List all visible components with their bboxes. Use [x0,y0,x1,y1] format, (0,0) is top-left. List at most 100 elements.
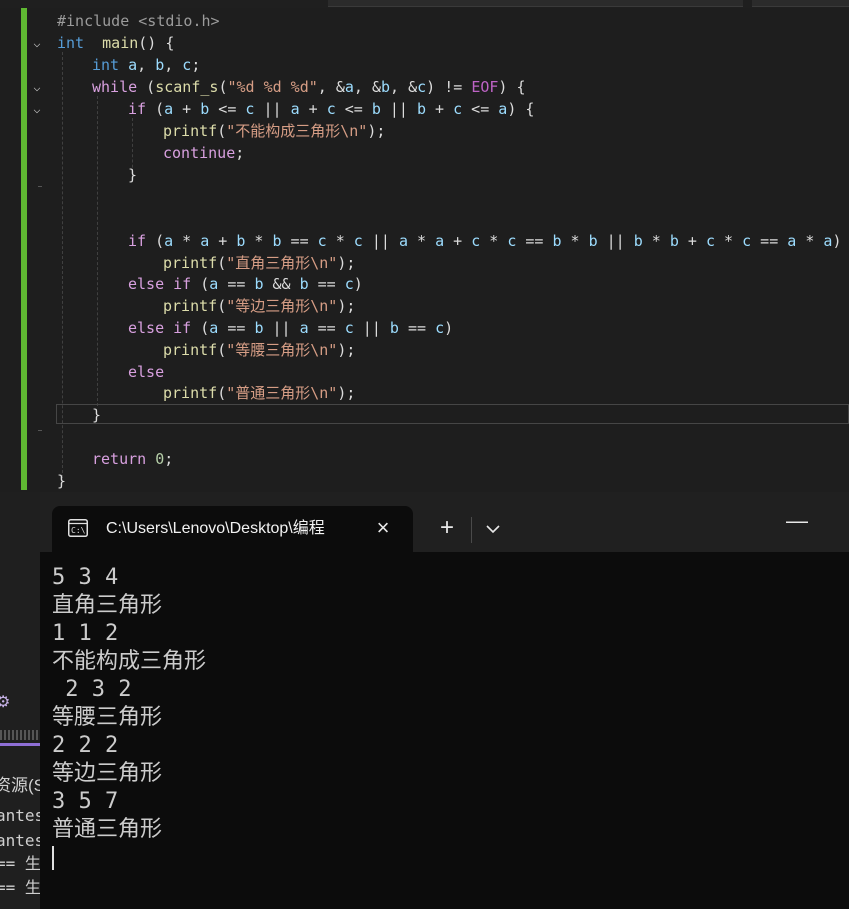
output-line: 1 1 2 [52,621,119,646]
code-token: b [552,232,562,250]
code-token: b [633,232,643,250]
code-token: * [173,232,201,250]
code-token: if [128,100,147,118]
code-token: ( [146,232,165,250]
code-token: ( [191,319,210,337]
code-token: || [263,319,300,337]
code-token: ; [164,450,174,468]
code-token: a [209,275,219,293]
code-token: a [398,232,408,250]
panel-row[interactable]: antes [0,806,40,825]
top-dropdown-fragment[interactable] [328,0,743,7]
code-token: b [417,100,427,118]
code-token: printf [163,122,218,140]
code-token: == [516,232,553,250]
panel-row[interactable]: antes [0,831,40,850]
code-token: continue [163,144,236,162]
panel-row[interactable]: == 生 [0,850,40,874]
top-toolbar-strip [0,0,849,8]
code-token: "直角三角形\n" [226,254,338,272]
code-token: b [381,78,391,96]
text-cursor [52,846,54,870]
code-token: } [57,472,67,490]
code-token: * [561,232,589,250]
code-token: + [426,100,454,118]
terminal-window[interactable]: C:\ C:\Users\Lenovo\Desktop\编程 × + — 5 3… [40,492,849,909]
code-line: ⌵ int main() { [0,32,849,54]
code-token: ) [832,232,842,250]
code-token: printf [163,384,218,402]
fold-toggle-icon[interactable]: ⌵ [30,98,44,120]
output-line: 直角三角形 [52,593,163,618]
code-token: c [507,232,517,250]
code-token: b [669,232,679,250]
code-token: if [128,232,147,250]
code-token: == [398,319,436,337]
code-token: int [92,56,120,74]
code-token: b [371,100,381,118]
code-editor[interactable]: #include <stdio.h> ⌵ int main() { int a, … [0,8,849,492]
code-token: ( [217,122,227,140]
code-token: <= [209,100,246,118]
output-line: 2 3 2 [52,677,132,702]
code-token: a [435,232,445,250]
code-line: ⌵ if (a + b <= c || a + c <= b || b + c <… [0,98,849,120]
top-dropdown-fragment-right[interactable] [752,0,849,7]
fold-toggle-icon[interactable]: ⌵ [30,32,44,54]
code-line: return 0; [0,448,849,470]
code-line: } [0,470,849,492]
close-tab-icon[interactable]: × [370,515,396,541]
code-token: ); [367,122,386,140]
panel-label[interactable]: 资源(S) [0,771,40,796]
code-token: ) != [426,78,472,96]
code-token: || [362,232,399,250]
code-token: a [299,319,309,337]
code-token: scanf_s [155,78,219,96]
panel-grip[interactable] [0,730,40,740]
code-token: ( [137,78,156,96]
code-token: a [290,100,300,118]
code-token: b [588,232,598,250]
code-token: "不能构成三角形\n" [226,122,368,140]
new-tab-icon[interactable]: + [432,516,462,542]
code-token: + [209,232,237,250]
terminal-titlebar[interactable]: C:\ C:\Users\Lenovo\Desktop\编程 × + — [40,492,849,552]
output-line: 等边三角形 [52,761,163,786]
settings-gear-icon[interactable]: ⚙ [0,692,10,712]
code-token: <= [462,100,499,118]
code-token: b [200,100,210,118]
active-tab-indicator [0,743,40,746]
code-token: + [173,100,201,118]
code-token: c [742,232,752,250]
terminal-output[interactable]: 5 3 4 直角三角形 1 1 2 不能构成三角形 2 3 2 等腰三角形 2 … [52,564,842,894]
code-token: else if [128,319,192,337]
code-token: * [326,232,354,250]
code-token: while [92,78,138,96]
fold-toggle-icon[interactable]: ⌵ [30,76,44,98]
code-token: } [92,406,102,424]
chevron-down-icon[interactable] [480,516,506,542]
code-token: + [299,100,327,118]
code-token: "普通三角形\n" [226,384,338,402]
fold-end-marker [38,430,42,431]
code-line: if (a * a + b * b == c * c || a * a + c … [0,230,849,252]
code-token: 0 [155,450,165,468]
code-line: else if (a == b || a == c || b == c) [0,317,849,339]
minimize-icon[interactable]: — [782,506,812,536]
code-token: c [706,232,716,250]
terminal-tab[interactable]: C:\ C:\Users\Lenovo\Desktop\编程 × [52,506,413,552]
code-token: c [453,100,463,118]
code-token: b [299,275,309,293]
fold-end-marker [38,186,42,187]
code-token: c [353,232,363,250]
code-line: printf("等边三角形\n"); [0,295,849,317]
code-line: continue; [0,142,849,164]
titlebar-divider [471,517,472,543]
code-token: ) { [507,100,535,118]
code-token: printf [163,254,218,272]
input-prompt-line[interactable] [52,844,842,872]
code-token: c [317,232,327,250]
panel-row[interactable]: == 生 [0,874,40,898]
code-token: == [308,275,345,293]
code-token: main [102,34,139,52]
